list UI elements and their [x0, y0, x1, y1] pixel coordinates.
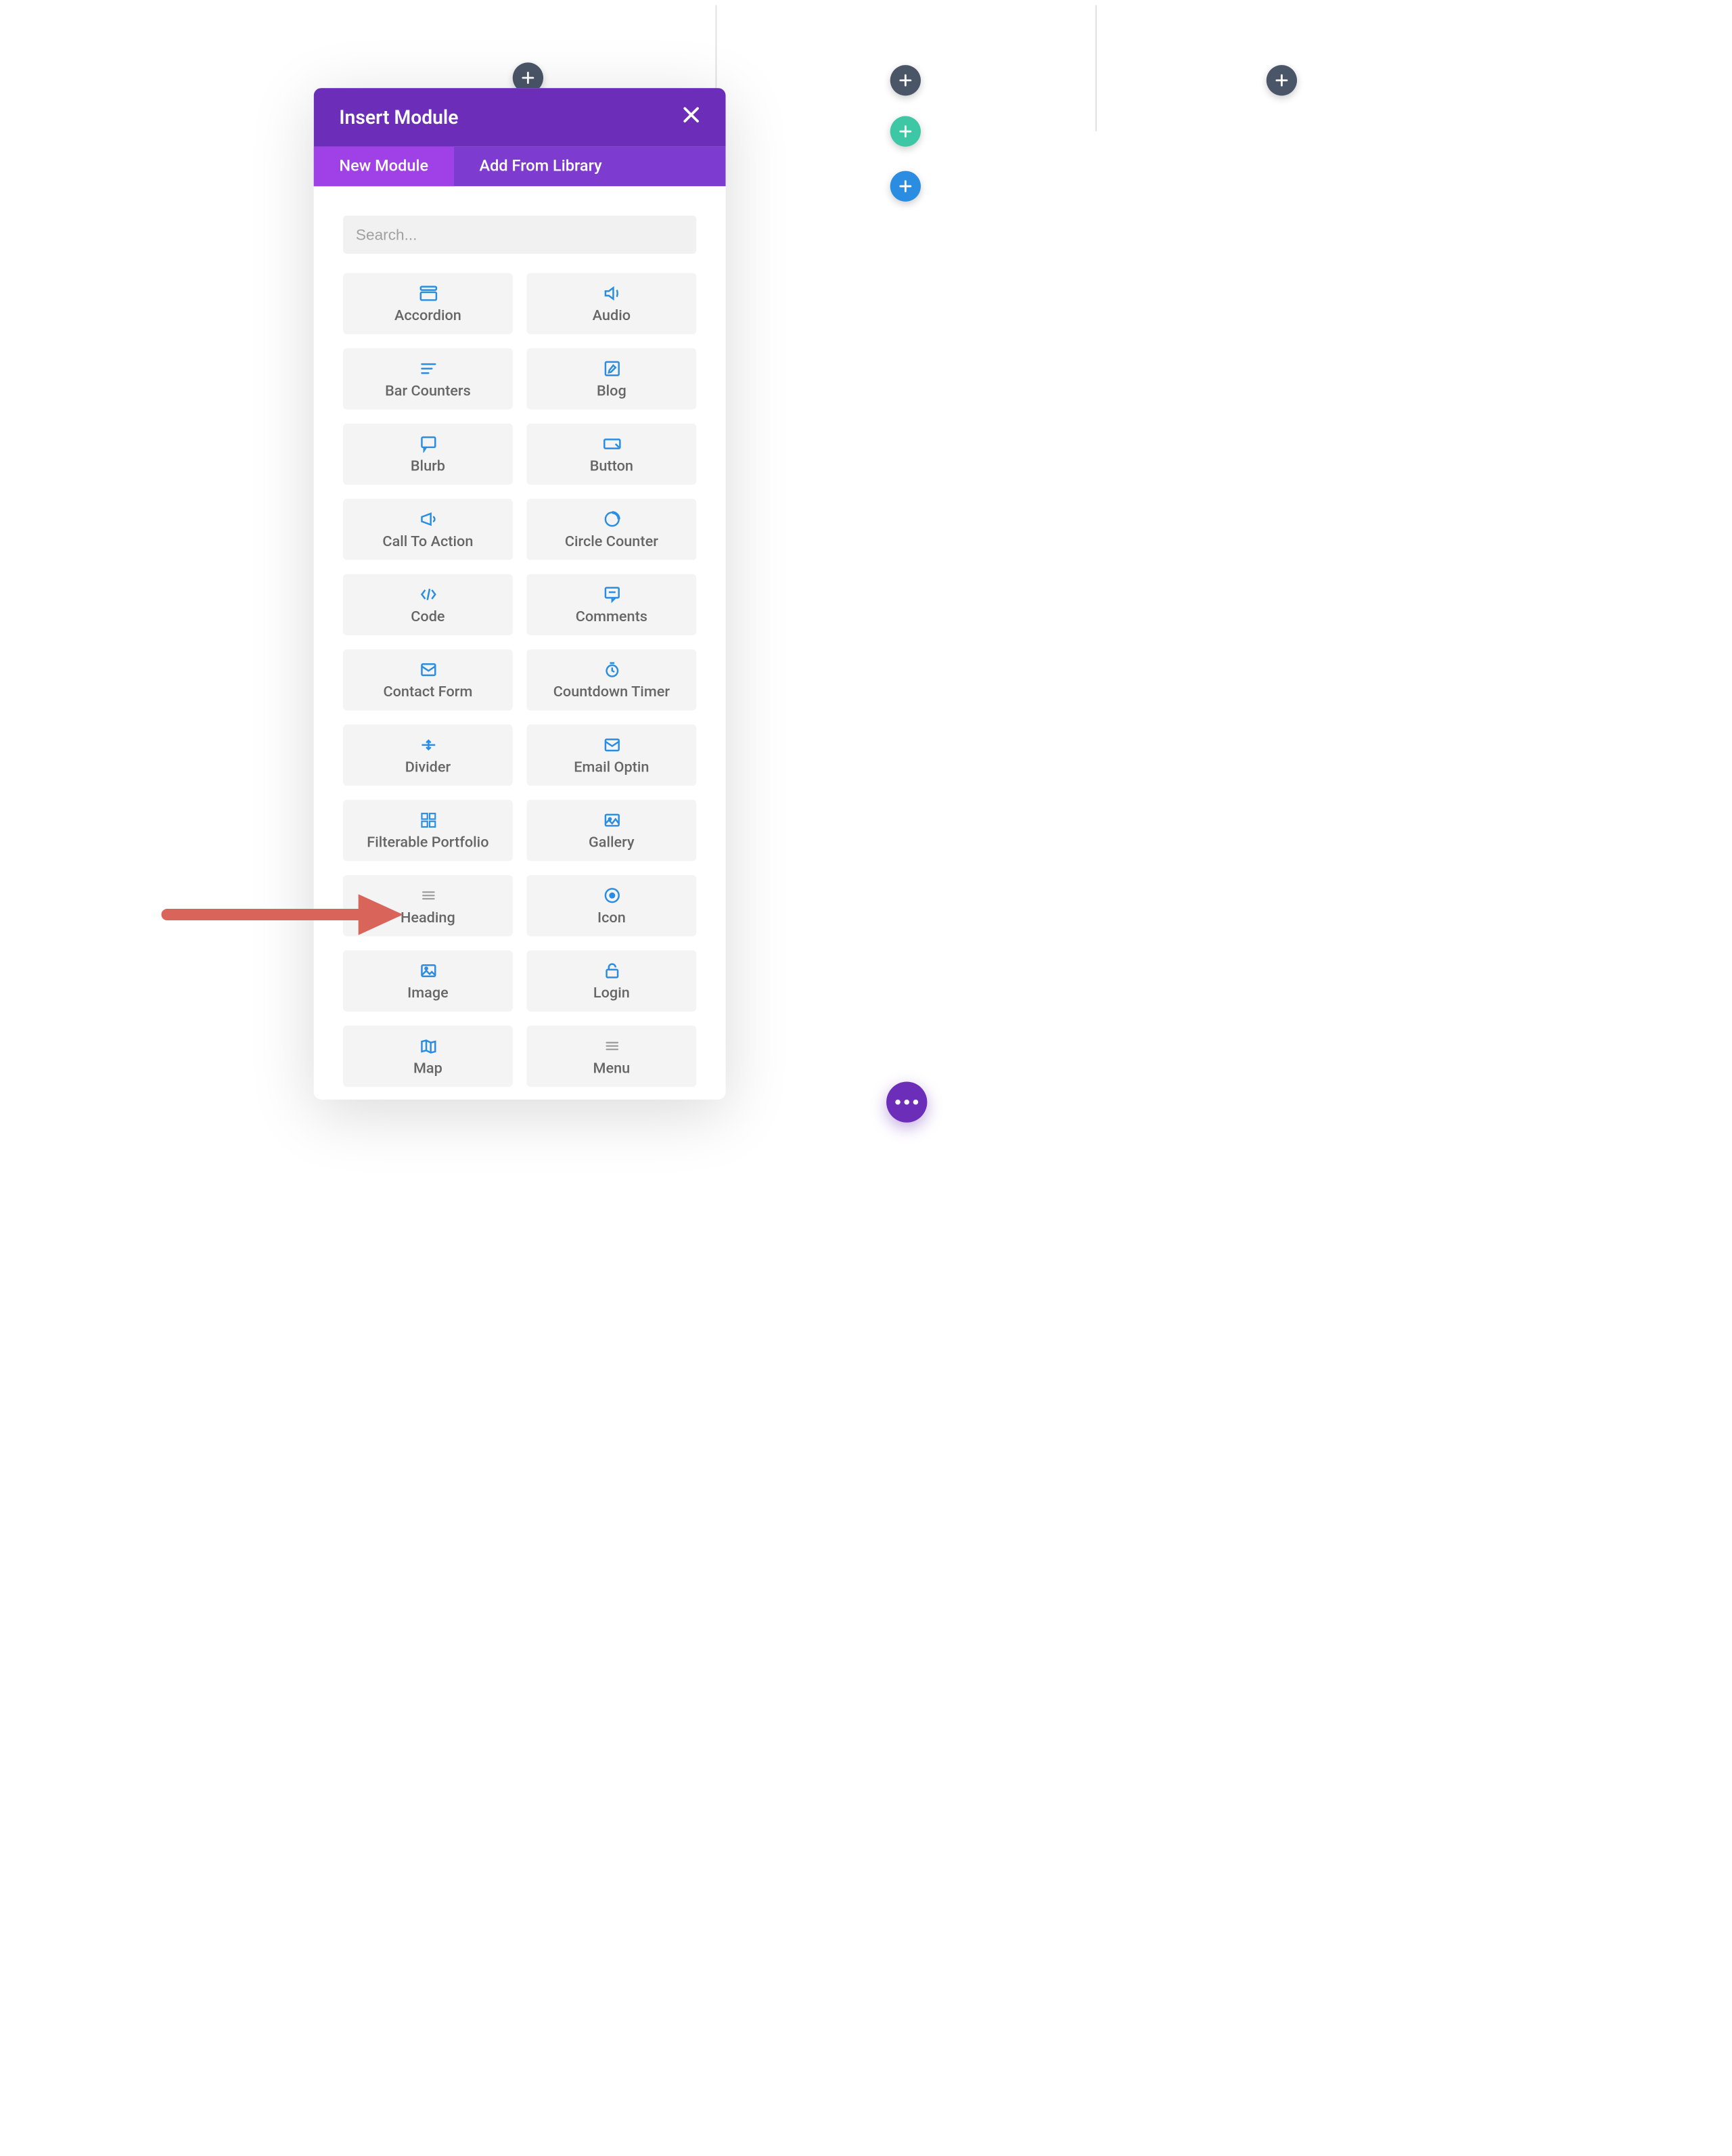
module-label: Heading: [401, 908, 455, 926]
module-label: Menu: [593, 1059, 630, 1077]
module-image[interactable]: Image: [343, 950, 513, 1011]
megaphone-icon: [417, 510, 438, 528]
module-label: Bar Counters: [385, 382, 471, 399]
target-icon: [601, 886, 622, 904]
module-map[interactable]: Map: [343, 1026, 513, 1087]
timer-icon: [601, 660, 622, 678]
modules-grid: Accordion Audio Bar Counters Blog Blurb Butto…: [343, 273, 696, 1087]
module-login[interactable]: Login: [527, 950, 697, 1011]
lock-icon: [601, 962, 622, 979]
plus-icon: [1275, 74, 1288, 87]
module-heading[interactable]: Heading: [343, 875, 513, 936]
search-input[interactable]: [343, 216, 696, 254]
module-code[interactable]: Code: [343, 574, 513, 635]
dot-icon: [904, 1100, 909, 1105]
module-contact-form[interactable]: Contact Form: [343, 649, 513, 710]
tab-add-from-library[interactable]: Add From Library: [454, 147, 628, 186]
dot-icon: [913, 1100, 919, 1105]
builder-settings-button[interactable]: [886, 1081, 927, 1122]
modal-header: Insert Module: [314, 88, 726, 147]
module-call-to-action[interactable]: Call To Action: [343, 499, 513, 560]
add-section-button[interactable]: [890, 171, 921, 202]
module-label: Blurb: [411, 457, 445, 474]
divider-icon: [417, 736, 438, 754]
module-label: Countdown Timer: [553, 682, 670, 700]
module-bar-counters[interactable]: Bar Counters: [343, 349, 513, 409]
circle-icon: [601, 510, 622, 528]
module-comments[interactable]: Comments: [527, 574, 697, 635]
column-divider: [1095, 5, 1097, 132]
module-circle-counter[interactable]: Circle Counter: [527, 499, 697, 560]
module-label: Email Optin: [574, 758, 649, 776]
module-label: Image: [407, 983, 449, 1001]
module-label: Button: [590, 457, 633, 474]
insert-module-modal: Insert Module New Module Add From Librar…: [314, 88, 726, 1100]
grid-icon: [417, 811, 438, 829]
module-label: Filterable Portfolio: [367, 833, 488, 851]
add-module-button-column-2[interactable]: [890, 65, 921, 95]
modal-tabs: New Module Add From Library: [314, 147, 726, 186]
code-icon: [417, 585, 438, 603]
module-label: Gallery: [589, 833, 635, 851]
builder-canvas: [0, 0, 1722, 1148]
map-icon: [417, 1037, 438, 1055]
module-divider[interactable]: Divider: [343, 725, 513, 786]
mail-icon: [417, 660, 438, 678]
plus-icon: [522, 72, 534, 85]
plus-icon: [899, 125, 912, 138]
module-button[interactable]: Button: [527, 424, 697, 485]
tab-new-module[interactable]: New Module: [314, 147, 454, 186]
menu-icon: [601, 1037, 622, 1055]
gallery-icon: [601, 811, 622, 829]
modal-body: Accordion Audio Bar Counters Blog Blurb Butto…: [314, 186, 726, 1100]
module-icon[interactable]: Icon: [527, 875, 697, 936]
edit-icon: [601, 360, 622, 378]
bars-icon: [417, 360, 438, 378]
module-label: Map: [413, 1059, 442, 1077]
module-label: Circle Counter: [565, 532, 658, 549]
close-button[interactable]: [682, 106, 700, 129]
module-audio[interactable]: Audio: [527, 273, 697, 334]
close-icon: [682, 106, 700, 123]
module-countdown-timer[interactable]: Countdown Timer: [527, 649, 697, 710]
module-label: Blog: [597, 382, 626, 399]
module-label: Contact Form: [383, 682, 472, 700]
button-icon: [601, 435, 622, 453]
module-menu[interactable]: Menu: [527, 1026, 697, 1087]
module-label: Audio: [593, 306, 631, 323]
add-module-button-column-3[interactable]: [1267, 65, 1297, 95]
module-filterable-portfolio[interactable]: Filterable Portfolio: [343, 800, 513, 861]
module-gallery[interactable]: Gallery: [527, 800, 697, 861]
plus-icon: [899, 180, 912, 193]
mail-icon: [601, 736, 622, 754]
modal-title: Insert Module: [339, 106, 458, 129]
dot-icon: [895, 1100, 901, 1105]
module-label: Comments: [576, 607, 647, 625]
comment-icon: [601, 585, 622, 603]
module-label: Accordion: [394, 306, 461, 323]
module-label: Code: [411, 607, 445, 625]
module-label: Divider: [405, 758, 451, 776]
module-label: Icon: [597, 908, 626, 926]
accordion-icon: [417, 284, 438, 302]
chat-icon: [417, 435, 438, 453]
image-icon: [417, 962, 438, 979]
module-email-optin[interactable]: Email Optin: [527, 725, 697, 786]
module-blog[interactable]: Blog: [527, 349, 697, 409]
module-blurb[interactable]: Blurb: [343, 424, 513, 485]
add-row-button[interactable]: [890, 116, 921, 147]
module-label: Login: [593, 983, 630, 1001]
audio-icon: [601, 284, 622, 302]
module-accordion[interactable]: Accordion: [343, 273, 513, 334]
module-label: Call To Action: [382, 532, 473, 549]
plus-icon: [899, 74, 912, 87]
heading-icon: [417, 886, 438, 904]
